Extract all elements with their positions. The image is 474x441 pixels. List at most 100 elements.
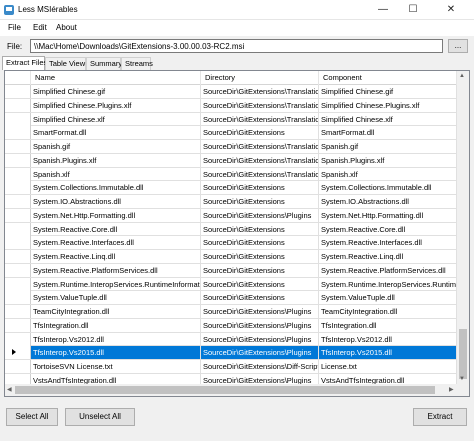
cell-component[interactable]: System.Reactive.PlatformServices.dll xyxy=(319,263,457,277)
row-header[interactable] xyxy=(5,360,31,373)
cell-directory[interactable]: SourceDir\GitExtensions\Translation xyxy=(201,140,319,153)
row-header[interactable] xyxy=(5,318,31,332)
cell-component[interactable]: System.Reactive.Core.dll xyxy=(319,222,457,236)
cell-name[interactable]: Simplified Chinese.gif xyxy=(31,85,201,98)
cell-name[interactable]: System.ValueTuple.dll xyxy=(31,291,201,305)
table-row[interactable]: SmartFormat.dll SourceDir\GitExtensions Sm… xyxy=(5,126,457,140)
cell-directory[interactable]: SourceDir\GitExtensions\Translation xyxy=(201,153,319,167)
cell-name[interactable]: Spanish.gif xyxy=(31,140,201,153)
menu-file[interactable]: File xyxy=(8,23,21,32)
cell-directory[interactable]: SourceDir\GitExtensions xyxy=(201,195,319,208)
column-header-name[interactable]: Name xyxy=(31,71,201,85)
table-row[interactable]: System.Net.Http.Formatting.dll SourceDir\… xyxy=(5,208,457,223)
row-header[interactable] xyxy=(5,85,31,98)
row-header[interactable] xyxy=(5,305,31,318)
cell-directory[interactable]: SourceDir\GitExtensions\Translation xyxy=(201,98,319,112)
tab-extract-files[interactable]: Extract Files xyxy=(2,56,47,70)
extract-button[interactable]: Extract xyxy=(413,408,467,426)
table-row[interactable]: System.IO.Abstractions.dll SourceDir\GitE… xyxy=(5,195,457,209)
cell-directory[interactable]: SourceDir\GitExtensions xyxy=(201,277,319,291)
table-row[interactable]: TfsInterop.Vs2012.dll SourceDir\GitExtens… xyxy=(5,332,457,347)
cell-name[interactable]: TfsInterop.Vs2015.dll xyxy=(31,346,201,360)
cell-component[interactable]: Spanish.gif xyxy=(319,140,457,153)
cell-directory[interactable]: SourceDir\GitExtensions xyxy=(201,236,319,250)
cell-component[interactable]: System.Collections.Immutable.dll xyxy=(319,181,457,195)
cell-component[interactable]: TfsIntegration.dll xyxy=(319,318,457,332)
cell-directory[interactable]: SourceDir\GitExtensions\Plugins xyxy=(201,305,319,318)
table-row[interactable]: Spanish.gif SourceDir\GitExtensions\Trans… xyxy=(5,140,457,154)
select-all-button[interactable]: Select All xyxy=(6,408,58,426)
row-header[interactable] xyxy=(5,277,31,291)
cell-component[interactable]: System.ValueTuple.dll xyxy=(319,291,457,305)
cell-name[interactable]: TortoiseSVN License.txt xyxy=(31,360,201,373)
cell-component[interactable]: VstsAndTfsIntegration.dll xyxy=(319,373,457,384)
row-header[interactable] xyxy=(5,263,31,277)
column-header-directory[interactable]: Directory xyxy=(201,71,319,85)
unselect-all-button[interactable]: Unselect All xyxy=(65,408,135,426)
cell-directory[interactable]: SourceDir\GitExtensions\Translation xyxy=(201,112,319,126)
cell-component[interactable]: Spanish.xlf xyxy=(319,167,457,181)
menu-about[interactable]: About xyxy=(56,23,77,32)
cell-directory[interactable]: SourceDir\GitExtensions\Plugins xyxy=(201,373,319,384)
cell-name[interactable]: Simplified Chinese.Plugins.xlf xyxy=(31,98,201,112)
cell-name[interactable]: System.Reactive.Interfaces.dll xyxy=(31,236,201,250)
row-header[interactable] xyxy=(5,236,31,250)
cell-component[interactable]: Simplified Chinese.xlf xyxy=(319,112,457,126)
column-header-component[interactable]: Component xyxy=(319,71,457,85)
row-header[interactable] xyxy=(5,291,31,305)
cell-directory[interactable]: SourceDir\GitExtensions\Translation xyxy=(201,85,319,98)
cell-directory[interactable]: SourceDir\GitExtensions\Plugins xyxy=(201,346,319,360)
cell-name[interactable]: System.Reactive.Core.dll xyxy=(31,222,201,236)
row-header[interactable] xyxy=(5,332,31,346)
row-header[interactable] xyxy=(5,167,31,181)
vertical-scroll-thumb[interactable] xyxy=(459,329,467,379)
cell-name[interactable]: System.Reactive.PlatformServices.dll xyxy=(31,263,201,277)
cell-name[interactable]: SmartFormat.dll xyxy=(31,126,201,140)
row-header[interactable] xyxy=(5,208,31,222)
cell-name[interactable]: TfsIntegration.dll xyxy=(31,318,201,332)
row-header[interactable] xyxy=(5,346,31,360)
cell-component[interactable]: System.Reactive.Linq.dll xyxy=(319,250,457,263)
cell-name[interactable]: TfsInterop.Vs2012.dll xyxy=(31,332,201,346)
row-header[interactable] xyxy=(5,112,31,126)
minimize-button[interactable]: — xyxy=(368,0,398,20)
table-row[interactable]: Spanish.xlf SourceDir\GitExtensions\Trans… xyxy=(5,167,457,182)
row-header[interactable] xyxy=(5,181,31,195)
row-header[interactable] xyxy=(5,153,31,167)
table-row[interactable]: TfsInterop.Vs2015.dll SourceDir\GitExtens… xyxy=(5,346,457,360)
tab-table-view[interactable]: Table View xyxy=(45,57,86,70)
cell-name[interactable]: System.Collections.Immutable.dll xyxy=(31,181,201,195)
cell-name[interactable]: Spanish.Plugins.xlf xyxy=(31,153,201,167)
row-header[interactable] xyxy=(5,373,31,384)
row-header[interactable] xyxy=(5,222,31,236)
table-row[interactable]: System.Collections.Immutable.dll SourceDi… xyxy=(5,181,457,195)
horizontal-scrollbar[interactable]: ◀ ▶ xyxy=(5,384,457,396)
cell-directory[interactable]: SourceDir\GitExtensions xyxy=(201,250,319,263)
cell-directory[interactable]: SourceDir\GitExtensions xyxy=(201,222,319,236)
cell-directory[interactable]: SourceDir\GitExtensions\Plugins xyxy=(201,318,319,332)
table-row[interactable]: System.Reactive.Core.dll SourceDir\GitExt… xyxy=(5,222,457,237)
cell-name[interactable]: System.Net.Http.Formatting.dll xyxy=(31,208,201,222)
scroll-left-icon[interactable]: ◀ xyxy=(7,385,12,395)
scroll-right-icon[interactable]: ▶ xyxy=(449,385,454,395)
maximize-button[interactable]: ☐ xyxy=(398,0,428,20)
table-row[interactable]: System.ValueTuple.dll SourceDir\GitExtens… xyxy=(5,291,457,305)
cell-component[interactable]: System.IO.Abstractions.dll xyxy=(319,195,457,208)
table-row[interactable]: Spanish.Plugins.xlf SourceDir\GitExtensio… xyxy=(5,153,457,168)
cell-directory[interactable]: SourceDir\GitExtensions\Plugins xyxy=(201,332,319,346)
table-row[interactable]: TortoiseSVN License.txt SourceDir\GitExte… xyxy=(5,360,457,374)
table-row[interactable]: Simplified Chinese.xlf SourceDir\GitExten… xyxy=(5,112,457,127)
tab-summary[interactable]: Summary xyxy=(86,57,122,70)
row-header[interactable] xyxy=(5,250,31,263)
cell-name[interactable]: Simplified Chinese.xlf xyxy=(31,112,201,126)
vertical-scrollbar[interactable]: ▲ ▼ xyxy=(457,71,469,384)
row-header-column[interactable] xyxy=(5,71,31,85)
cell-directory[interactable]: SourceDir\GitExtensions xyxy=(201,126,319,140)
cell-directory[interactable]: SourceDir\GitExtensions xyxy=(201,263,319,277)
browse-button[interactable]: ... xyxy=(448,39,468,53)
menu-edit[interactable]: Edit xyxy=(33,23,47,32)
cell-component[interactable]: System.Net.Http.Formatting.dll xyxy=(319,208,457,222)
table-row[interactable]: Simplified Chinese.gif SourceDir\GitExten… xyxy=(5,85,457,99)
cell-component[interactable]: TeamCityIntegration.dll xyxy=(319,305,457,318)
table-row[interactable]: TeamCityIntegration.dll SourceDir\GitExte… xyxy=(5,305,457,319)
